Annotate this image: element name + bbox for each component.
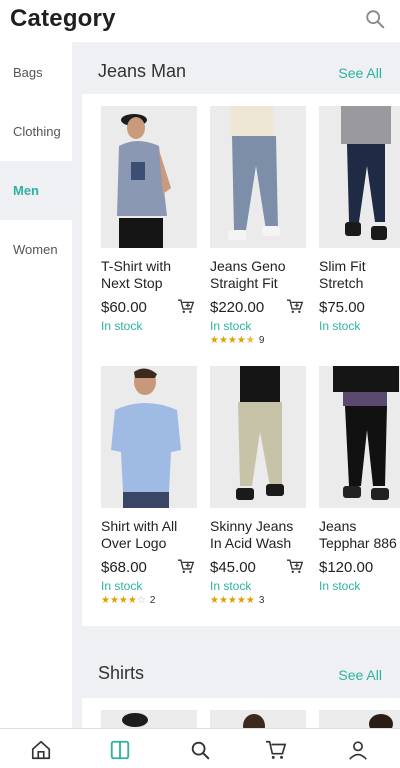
- review-count: 3: [258, 595, 265, 606]
- product-price: $60.00: [101, 299, 147, 316]
- product-image[interactable]: [319, 366, 400, 508]
- sidebar-item-clothing[interactable]: Clothing: [0, 102, 72, 161]
- add-to-cart-icon[interactable]: [286, 558, 304, 574]
- add-to-cart-icon[interactable]: [177, 558, 195, 574]
- stock-status: In stock: [210, 319, 252, 333]
- page-title: Category: [10, 5, 116, 32]
- rating-stars: ★★★★★ 3: [210, 595, 265, 606]
- product-image[interactable]: [101, 366, 197, 508]
- see-all-link[interactable]: See All: [338, 65, 382, 81]
- stock-status: In stock: [101, 579, 143, 593]
- add-to-cart-icon[interactable]: [286, 298, 304, 314]
- search-icon[interactable]: [364, 8, 386, 30]
- section-title: Jeans Man: [98, 61, 187, 81]
- product-grid: [82, 698, 400, 728]
- product-image[interactable]: [210, 366, 306, 508]
- sidebar-item-label: Clothing: [13, 124, 61, 139]
- sidebar-item-women[interactable]: Women: [0, 220, 72, 279]
- product-price: $75.00: [319, 299, 365, 316]
- review-count: 2: [149, 595, 156, 606]
- product-image[interactable]: [319, 106, 400, 248]
- category-sidebar: Bags Clothing Men Women: [0, 42, 72, 728]
- product-name[interactable]: Skinny Jeans In Acid Wash: [210, 518, 310, 552]
- section-title: Shirts: [98, 663, 145, 683]
- home-icon[interactable]: [30, 739, 52, 761]
- rating-stars: ★★★★★ 9: [210, 335, 265, 346]
- product-price: $220.00: [210, 299, 265, 316]
- stock-status: In stock: [210, 579, 252, 593]
- section-header: Shirts See All: [72, 648, 400, 700]
- product-image[interactable]: [210, 106, 306, 248]
- review-count: 9: [258, 335, 265, 346]
- see-all-link[interactable]: See All: [338, 667, 382, 683]
- sidebar-item-label: Women: [13, 242, 58, 257]
- product-price: $45.00: [210, 559, 256, 576]
- sidebar-item-label: Men: [13, 183, 39, 198]
- product-price: $68.00: [101, 559, 147, 576]
- product-image[interactable]: [319, 710, 400, 728]
- cart-icon[interactable]: [265, 739, 287, 761]
- sidebar-item-men[interactable]: Men: [0, 161, 72, 220]
- product-name[interactable]: Slim Fit Stretch: [319, 258, 400, 292]
- sidebar-item-bags[interactable]: Bags: [0, 43, 72, 102]
- product-grid: T-Shirt with Next Stop $60.00 In stock J…: [82, 94, 400, 626]
- product-name[interactable]: Jeans Tepphar 886: [319, 518, 400, 552]
- section-header: Jeans Man See All: [72, 46, 400, 98]
- top-bar: Category: [0, 0, 400, 42]
- product-image[interactable]: [210, 710, 306, 728]
- catalog-icon[interactable]: [109, 739, 131, 761]
- product-image[interactable]: [101, 710, 197, 728]
- product-name[interactable]: Jeans Geno Straight Fit: [210, 258, 310, 292]
- sidebar-item-label: Bags: [13, 65, 43, 80]
- bottom-navigation: [0, 728, 400, 768]
- stock-status: In stock: [319, 579, 361, 593]
- profile-icon[interactable]: [347, 739, 369, 761]
- product-price: $120.00: [319, 559, 374, 576]
- product-name[interactable]: Shirt with All Over Logo: [101, 518, 201, 552]
- stock-status: In stock: [319, 319, 361, 333]
- add-to-cart-icon[interactable]: [177, 298, 195, 314]
- stock-status: In stock: [101, 319, 143, 333]
- product-name[interactable]: T-Shirt with Next Stop: [101, 258, 201, 292]
- rating-stars: ★★★★☆ 2: [101, 595, 156, 606]
- category-content: Jeans Man See All T-Shirt with Next Stop…: [72, 42, 400, 728]
- search-icon[interactable]: [189, 739, 211, 761]
- product-image[interactable]: [101, 106, 197, 248]
